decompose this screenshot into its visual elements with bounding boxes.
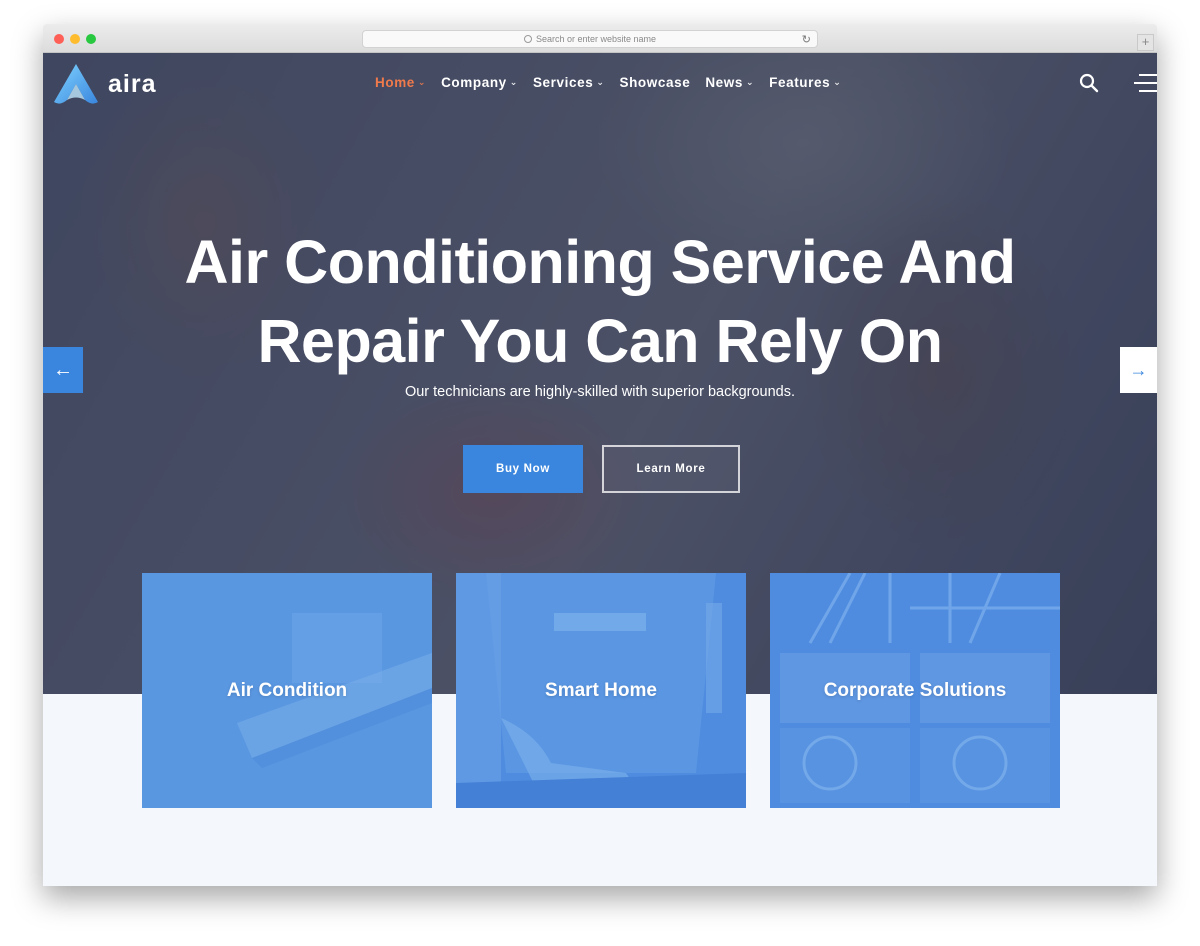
card-title: Smart Home [545, 679, 657, 701]
card-title: Corporate Solutions [823, 679, 1007, 701]
minimize-window-button[interactable] [70, 34, 80, 44]
chevron-down-icon: ⌄ [745, 77, 755, 87]
nav-item-news[interactable]: News ⌄ [705, 75, 754, 90]
search-icon [523, 35, 532, 43]
service-card-air-condition[interactable]: Air Condition [142, 573, 432, 808]
chevron-down-icon: ⌄ [596, 77, 605, 87]
hero-title-line: Air Conditioning Service And [184, 228, 1016, 296]
nav-item-services[interactable]: Services ⌄ [533, 75, 605, 90]
nav-item-label: News [705, 75, 743, 90]
logo-icon [54, 64, 98, 104]
new-tab-button[interactable]: + [1137, 34, 1154, 51]
search-icon[interactable] [1079, 73, 1099, 93]
logo-text: aira [108, 69, 157, 98]
nav-item-label: Services [532, 75, 594, 90]
reload-icon[interactable]: ↻ [802, 33, 811, 46]
browser-titlebar: Search or enter website name ↻ + [43, 24, 1157, 53]
hero-subtitle: Our technicians are highly-skilled with … [404, 384, 796, 400]
nav-item-home[interactable]: Home ⌄ [375, 75, 426, 90]
address-placeholder: Search or enter website name [535, 34, 657, 44]
maximize-window-button[interactable] [86, 34, 96, 44]
nav-item-label: Home [375, 75, 415, 90]
nav-item-company[interactable]: Company ⌄ [441, 75, 518, 90]
service-card-corporate-solutions[interactable]: Corporate Solutions [770, 573, 1060, 808]
main-nav: Home ⌄ Company ⌄ Services ⌄ Showcase New… [375, 75, 841, 90]
service-cards: Air Condition Smart Home Corporate Solut… [142, 573, 1060, 808]
service-card-smart-home[interactable]: Smart Home [456, 573, 746, 808]
address-bar[interactable]: Search or enter website name ↻ [362, 30, 818, 48]
learn-more-button[interactable]: Learn More [602, 445, 740, 493]
hero-title-line: Repair You Can Rely On [257, 307, 943, 375]
nav-item-label: Showcase [619, 75, 691, 90]
card-title: Air Condition [226, 679, 348, 701]
slider-next-arrow-icon[interactable]: → [1120, 347, 1157, 393]
buy-now-button[interactable]: Buy Now [463, 445, 583, 493]
close-window-button[interactable] [54, 34, 64, 44]
slider-prev-arrow-icon[interactable]: ← [43, 347, 83, 393]
chevron-down-icon: ⌄ [833, 77, 842, 87]
hero-title: Air Conditioning Service And Repair You … [43, 223, 1157, 381]
chevron-down-icon: ⌄ [509, 77, 518, 87]
nav-item-label: Company [441, 75, 507, 90]
nav-item-showcase[interactable]: Showcase [619, 75, 690, 90]
browser-window: Search or enter website name ↻ + aira Ho… [43, 24, 1157, 886]
hamburger-menu-icon[interactable] [1134, 74, 1157, 92]
nav-item-label: Features [769, 75, 831, 90]
chevron-down-icon: ⌄ [417, 77, 427, 87]
site-logo[interactable]: aira [52, 62, 156, 106]
nav-item-features[interactable]: Features ⌄ [769, 75, 841, 90]
